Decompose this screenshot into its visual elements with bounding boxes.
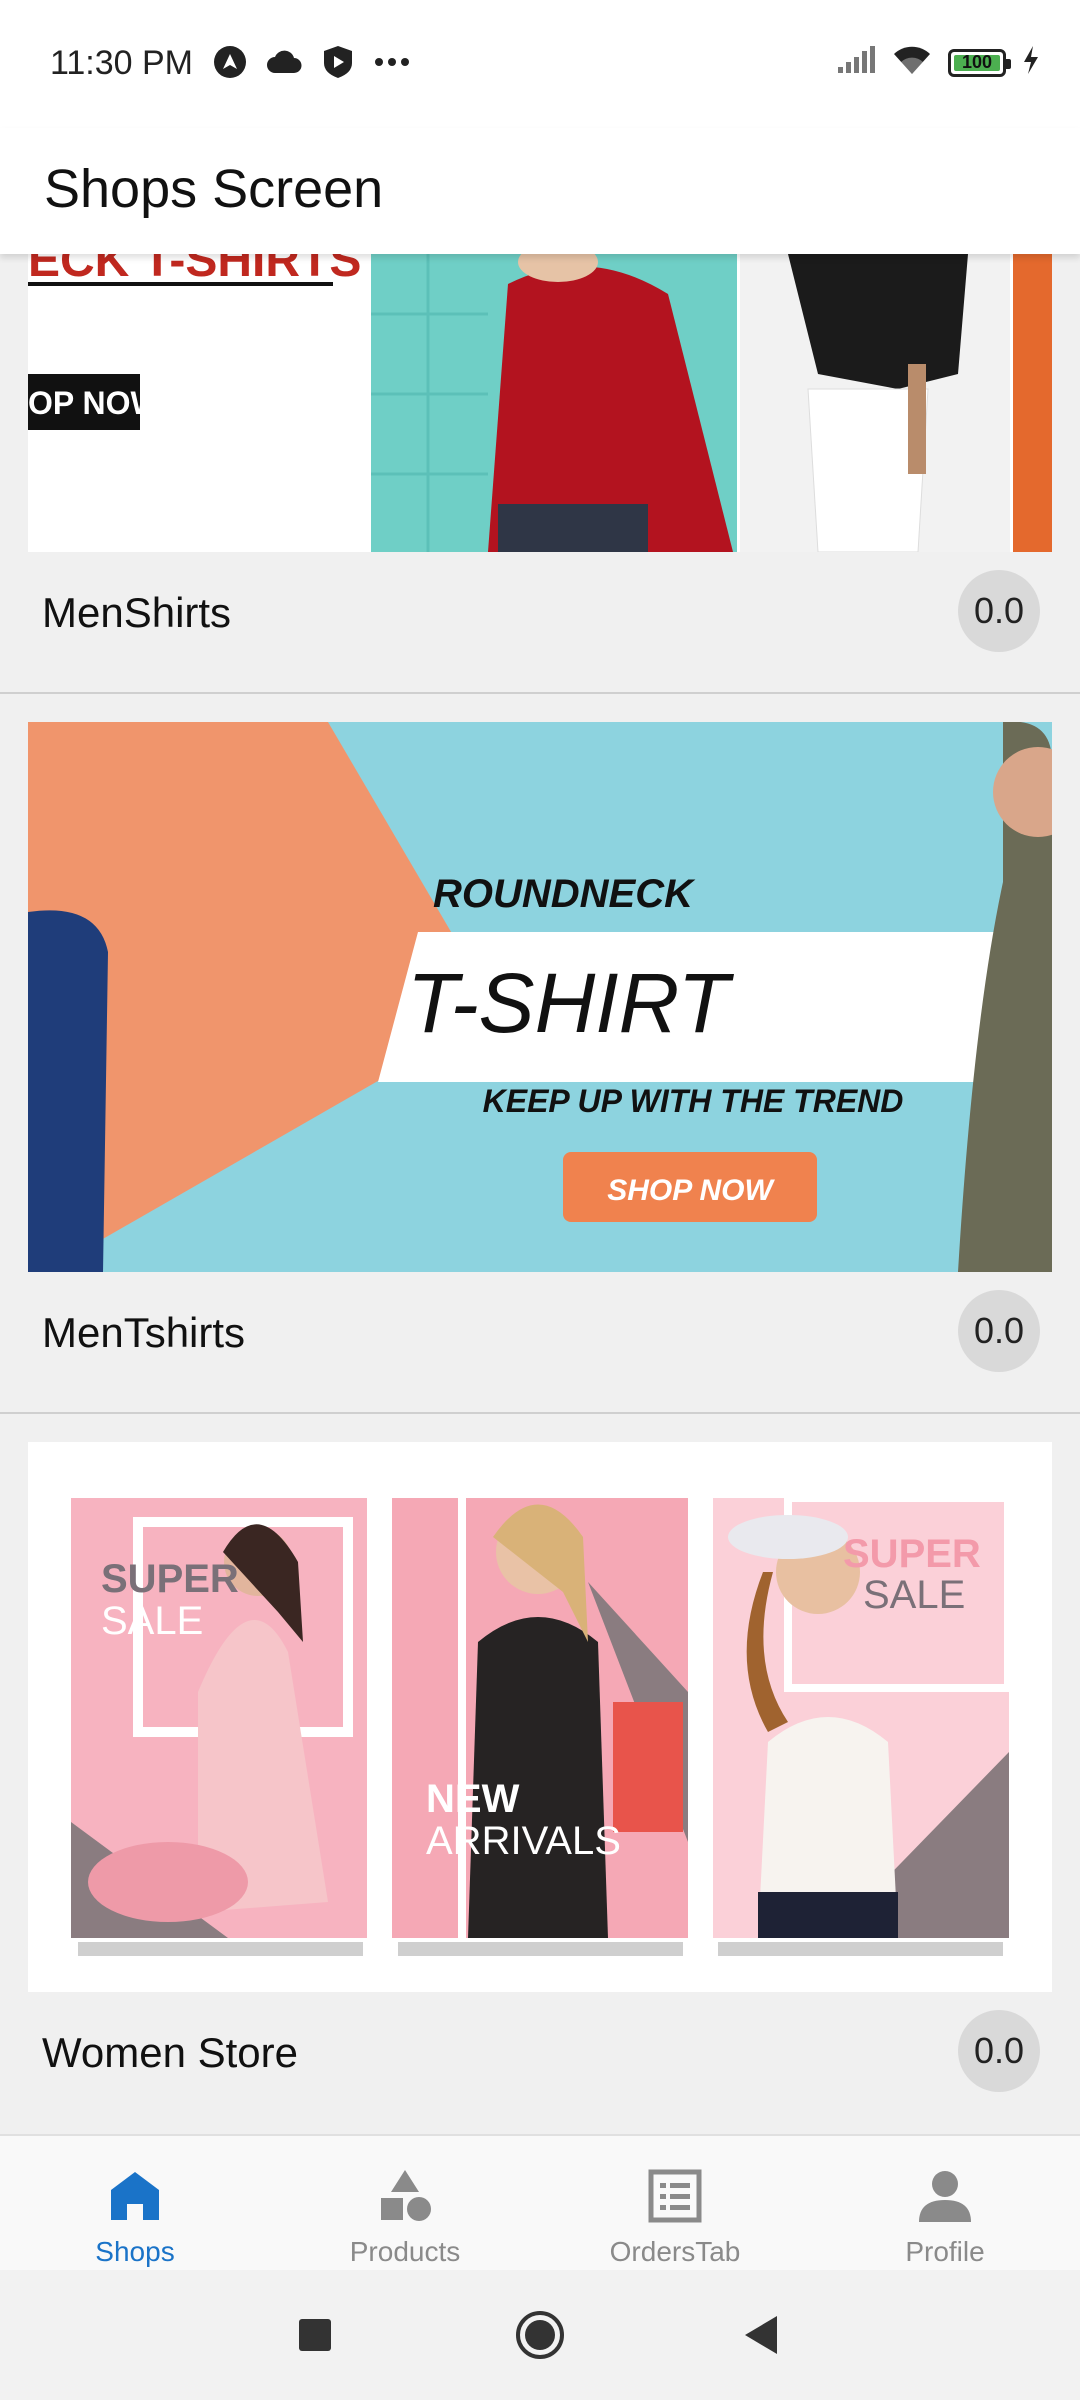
system-navigation-bar: [0, 2270, 1080, 2400]
status-time: 11:30 PM: [50, 44, 194, 82]
android-auto-icon: [212, 44, 248, 80]
poster3-super: SUPER: [843, 1532, 981, 1576]
poster1-super: SUPER: [101, 1557, 239, 1601]
status-bar: 11:30 PM 100: [0, 0, 1080, 128]
shop-card-mentshirts[interactable]: ROUNDNECK T-SHIRT KEEP UP WITH THE TREND…: [0, 694, 1080, 1414]
wifi-icon: [892, 44, 932, 81]
home-button[interactable]: [515, 2310, 565, 2360]
signal-icon: [836, 45, 876, 80]
more-dots-icon: [374, 44, 410, 80]
poster2-new: NEW: [426, 1777, 520, 1821]
tab-profile-label: Profile: [905, 2236, 985, 2267]
battery-level: 100: [961, 52, 993, 72]
banner-line-roundneck: ROUNDNECK: [433, 872, 696, 916]
charging-bolt-icon: [1022, 45, 1040, 80]
tab-orders-label: OrdersTab: [609, 2236, 741, 2267]
home-icon: [111, 2172, 159, 2220]
tab-orders[interactable]: OrdersTab: [540, 2136, 810, 2272]
shop-card-women-store[interactable]: SUPER SALE NEW ARRIVALS SUPER SALE Women…: [0, 1414, 1080, 2132]
poster3-sale: SALE: [863, 1573, 965, 1617]
tab-products-label: Products: [349, 2236, 461, 2267]
shop-card-menshirts[interactable]: ECK T-SHIRTS OP NOW MenShirts 0.0: [0, 254, 1080, 694]
shop-rating-badge: 0.0: [958, 1290, 1040, 1372]
status-system-icons: 100: [836, 44, 1040, 81]
banner-line-trend: KEEP UP WITH THE TREND: [483, 1083, 904, 1119]
banner-button-fragment: OP NOW: [28, 385, 162, 421]
shapes-icon: [381, 2170, 431, 2221]
status-notification-icons: [212, 44, 410, 80]
shield-play-icon: [320, 44, 356, 80]
battery-icon: 100: [948, 48, 1011, 77]
shop-name: MenShirts: [42, 589, 232, 636]
shop-name: Women Store: [42, 2029, 298, 2076]
recents-button[interactable]: [290, 2310, 340, 2360]
cloud-icon: [266, 44, 302, 80]
tab-shops-label: Shops: [95, 2236, 175, 2267]
shops-list[interactable]: ECK T-SHIRTS OP NOW MenShirts 0.0 ROUNDN…: [0, 254, 1080, 2134]
poster2-arrivals: ARRIVALS: [426, 1819, 621, 1863]
shop-rating-badge: 0.0: [958, 2010, 1040, 2092]
shop-banner-image: ECK T-SHIRTS OP NOW: [28, 254, 1052, 552]
shop-name: MenTshirts: [42, 1309, 246, 1356]
poster1-sale: SALE: [101, 1599, 203, 1643]
tab-shops[interactable]: Shops: [0, 2136, 270, 2272]
app-bar: Shops Screen: [0, 128, 1080, 254]
page-title: Shops Screen: [44, 159, 384, 219]
shop-banner-image: ROUNDNECK T-SHIRT KEEP UP WITH THE TREND…: [28, 722, 1052, 1272]
banner-line-tshirt: T-SHIRT: [407, 956, 735, 1050]
banner-shop-now: SHOP NOW: [607, 1174, 775, 1207]
person-icon: [919, 2171, 971, 2222]
shop-banner-image: SUPER SALE NEW ARRIVALS SUPER SALE: [28, 1442, 1052, 1992]
bottom-navigation: Shops Products OrdersTab Profile: [0, 2134, 1080, 2272]
back-button[interactable]: [735, 2310, 785, 2360]
tab-products[interactable]: Products: [270, 2136, 540, 2272]
tab-profile[interactable]: Profile: [810, 2136, 1080, 2272]
shop-rating-badge: 0.0: [958, 570, 1040, 652]
list-icon: [648, 2169, 702, 2223]
